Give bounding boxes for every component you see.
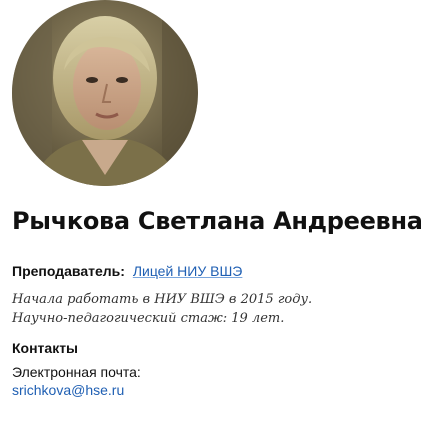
role-label: Преподаватель: <box>12 263 125 279</box>
email-label: Электронная почта: <box>12 364 141 380</box>
role-line: Преподаватель: Лицей НИУ ВШЭ <box>12 263 242 279</box>
bio-start-date: Начала работать в НИУ ВШЭ в 2015 году. <box>12 292 313 307</box>
bio-text: Начала работать в НИУ ВШЭ в 2015 году. Н… <box>12 290 312 328</box>
email-link[interactable]: srichkova@hse.ru <box>12 382 124 398</box>
contacts-heading: Контакты <box>12 340 79 356</box>
person-name: Рычкова Светлана Андреевна <box>12 207 421 235</box>
profile-photo <box>12 0 198 186</box>
bio-experience: Научно-педагогический стаж: 19 лет. <box>12 311 285 326</box>
role-link[interactable]: Лицей НИУ ВШЭ <box>133 263 243 279</box>
portrait-image <box>12 0 198 186</box>
